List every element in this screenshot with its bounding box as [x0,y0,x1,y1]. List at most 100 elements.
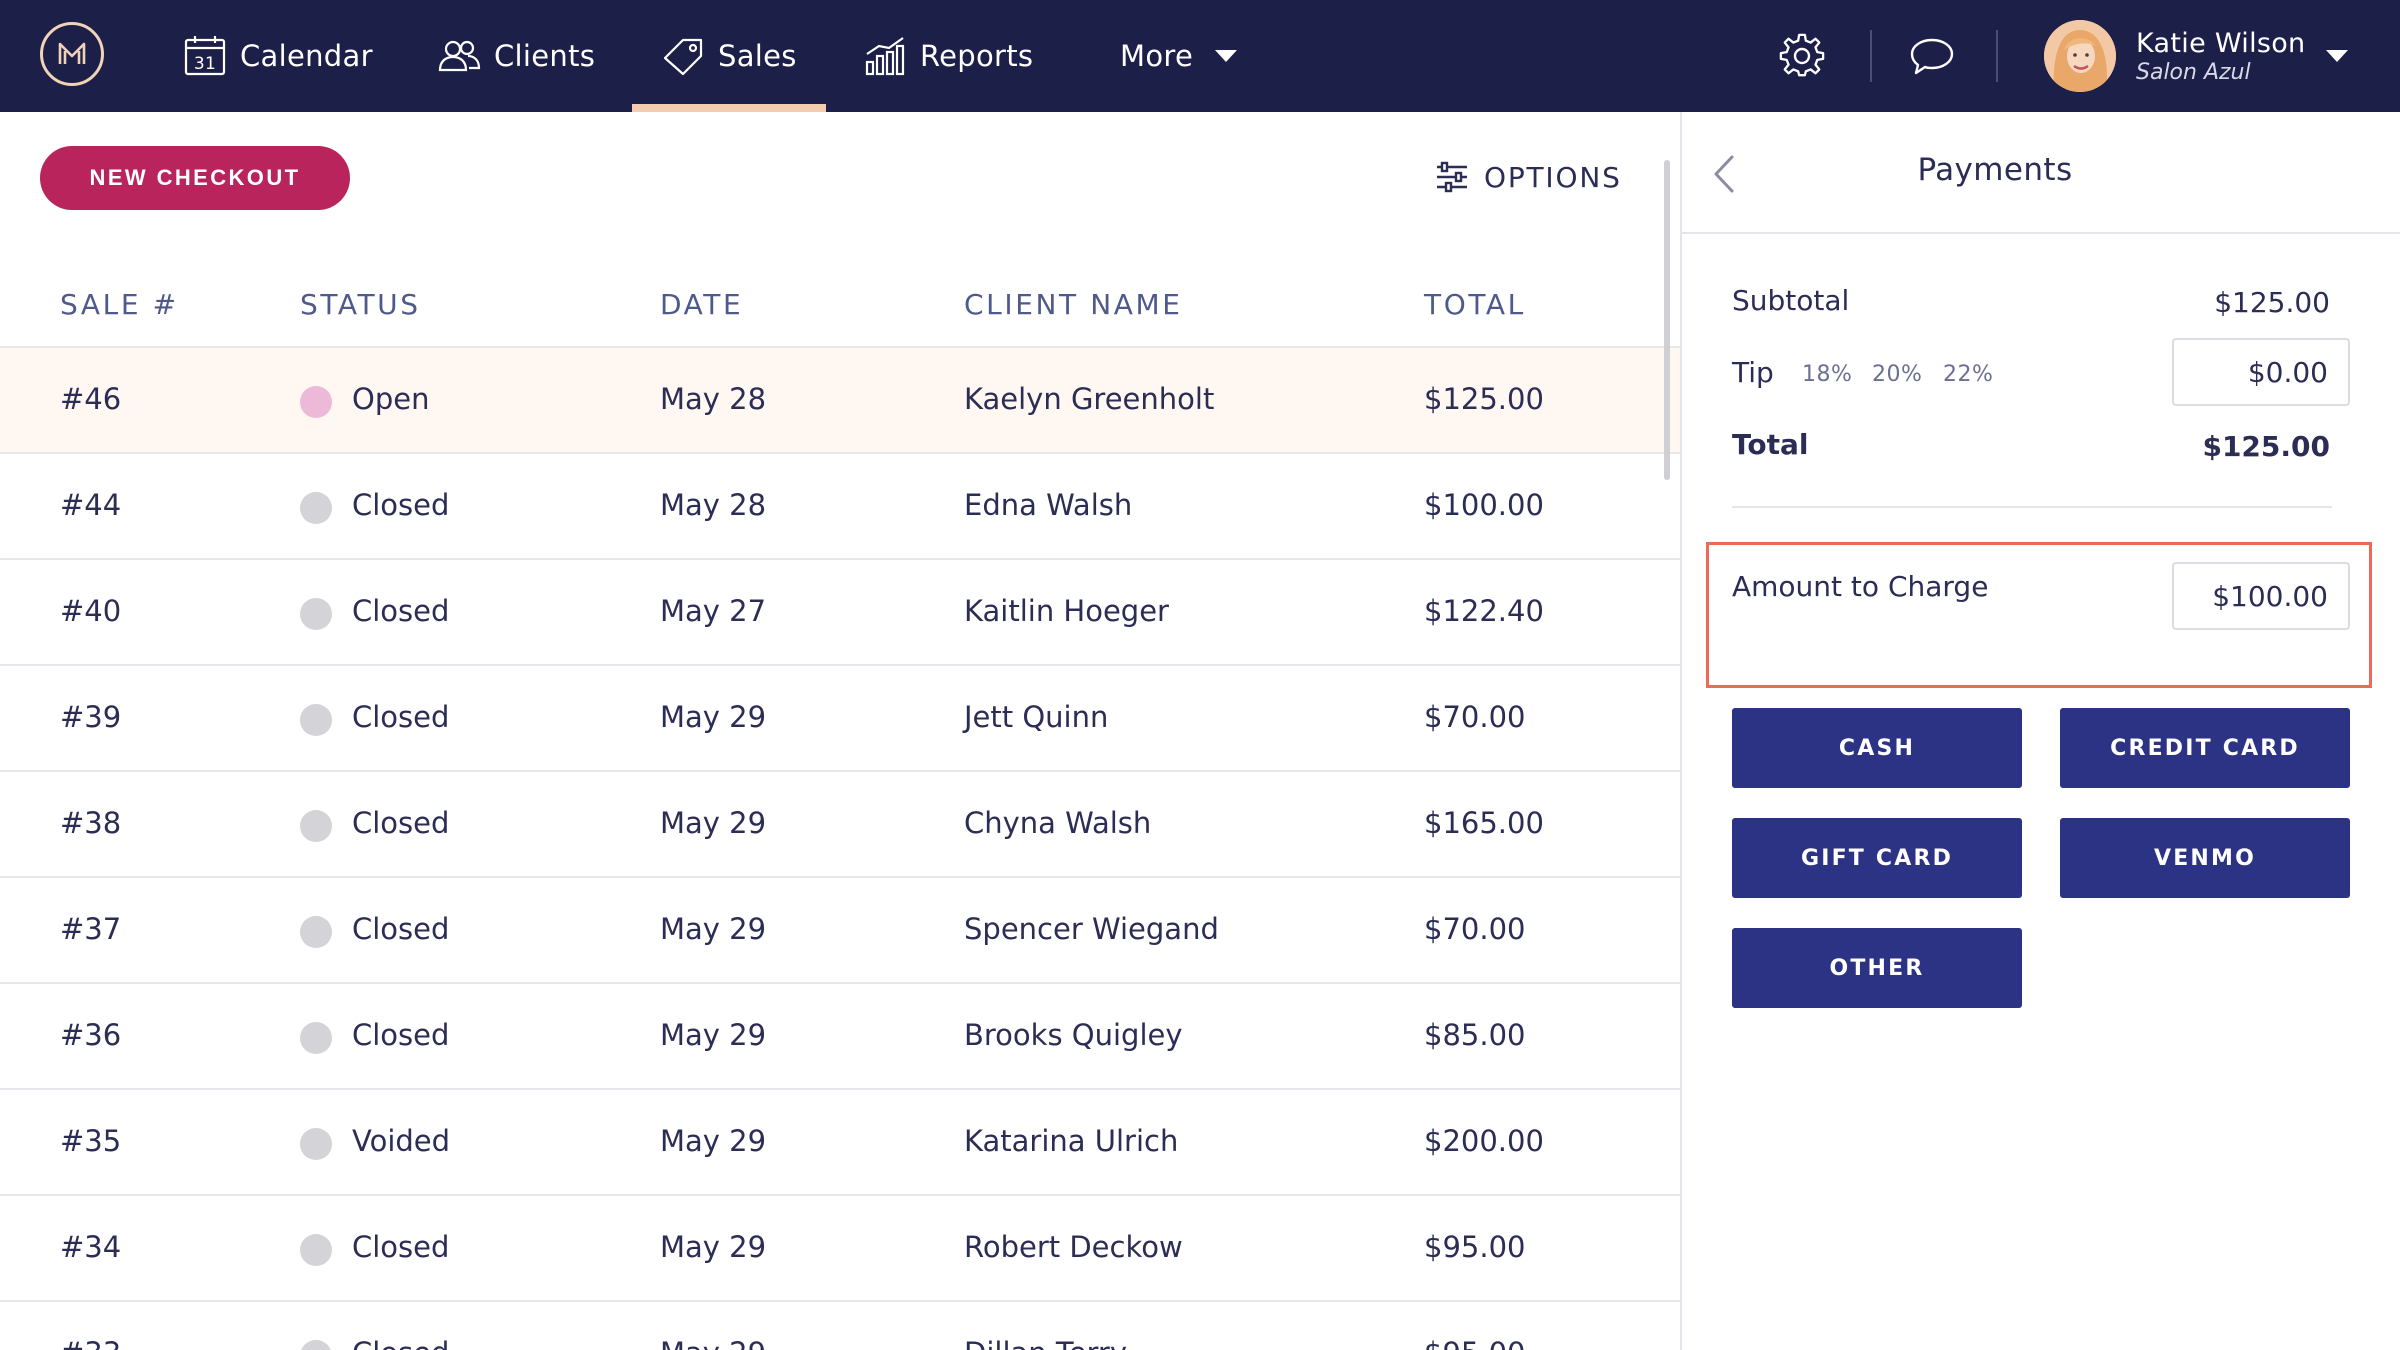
user-name[interactable]: Katie Wilson [2136,28,2305,59]
sale-status: Closed [352,806,450,840]
nav-calendar-label: Calendar [240,39,373,73]
sale-status: Closed [352,1336,449,1350]
sale-date: May 29 [660,1018,767,1052]
total-value: $125.00 [2202,430,2330,463]
payments-panel: Payments Subtotal $125.00 Tip 18% 20% 22… [1682,112,2400,1350]
sale-total: $95.00 [1424,1336,1525,1350]
sale-number: #38 [60,806,122,840]
gear-icon[interactable] [1774,28,1830,84]
table-header: SALE # STATUS DATE CLIENT NAME TOTAL [0,262,1680,348]
status-closed-dot-icon [300,810,332,842]
table-row[interactable]: #35 Voided May 29 Katarina Ulrich $200.0… [0,1090,1680,1196]
nav-reports-label: Reports [920,39,1034,73]
table-row[interactable]: #46 Open May 28 Kaelyn Greenholt $125.00 [0,348,1680,454]
avatar[interactable] [2044,20,2116,92]
sale-number: #39 [60,700,122,734]
nav-divider [1870,30,1872,82]
sale-number: #34 [60,1230,122,1264]
status-closed-dot-icon [300,598,332,630]
options-button[interactable]: OPTIONS [1434,152,1622,202]
tag-icon [660,33,706,79]
tip-label: Tip [1732,356,1774,389]
client-name: Kaelyn Greenholt [964,382,1215,416]
sale-date: May 28 [660,488,767,522]
clients-icon [436,33,482,79]
column-header-client-name[interactable]: CLIENT NAME [964,288,1183,321]
column-header-total[interactable]: TOTAL [1424,288,1526,321]
sale-date: May 29 [660,700,767,734]
sale-date: May 29 [660,1336,766,1350]
sale-total: $122.40 [1424,594,1544,628]
nav-more[interactable]: More [1120,0,1238,112]
nav-reports[interactable]: Reports [862,0,1033,112]
sale-status: Closed [352,1018,450,1052]
status-open-dot-icon [300,386,332,418]
status-closed-dot-icon [300,1234,332,1266]
client-name: Jett Quinn [964,700,1109,734]
client-name: Kaitlin Hoeger [964,594,1169,628]
sale-status: Closed [352,1230,450,1264]
nav-divider [1996,30,1998,82]
sale-total: $85.00 [1424,1018,1526,1052]
new-checkout-button[interactable]: NEW CHECKOUT [40,146,350,210]
sale-date: May 29 [660,1124,767,1158]
sale-status: Closed [352,488,450,522]
bar-chart-icon [862,33,908,79]
client-name: Chyna Walsh [964,806,1152,840]
cash-button[interactable]: CASH [1732,708,2022,788]
sale-status: Open [352,382,430,416]
client-name: Katarina Ulrich [964,1124,1179,1158]
table-row[interactable]: #37 Closed May 29 Spencer Wiegand $70.00 [0,878,1680,984]
nav-calendar[interactable]: 31 Calendar [182,0,373,112]
column-header-status[interactable]: STATUS [300,288,421,321]
sale-total: $70.00 [1424,912,1526,946]
nav-clients[interactable]: Clients [436,0,595,112]
tip-option-22[interactable]: 22% [1943,362,1993,387]
table-row[interactable]: #44 Closed May 28 Edna Walsh $100.00 [0,454,1680,560]
tip-option-20[interactable]: 20% [1872,362,1922,387]
active-tab-indicator [632,104,826,112]
client-name: Dillan Terry [964,1336,1127,1350]
status-closed-dot-icon [300,704,332,736]
table-row[interactable]: #34 Closed May 29 Robert Deckow $95.00 [0,1196,1680,1302]
calendar-icon: 31 [182,33,228,79]
gift-card-button[interactable]: GIFT CARD [1732,818,2022,898]
sliders-icon [1437,161,1467,193]
user-menu-chevron-icon[interactable] [2326,50,2348,62]
payments-header: Payments [1682,112,2400,234]
sale-date: May 29 [660,1230,767,1264]
table-row[interactable]: #39 Closed May 29 Jett Quinn $70.00 [0,666,1680,772]
credit-card-button[interactable]: CREDIT CARD [2060,708,2350,788]
sale-status: Closed [352,594,450,628]
table-row[interactable]: #38 Closed May 29 Chyna Walsh $165.00 [0,772,1680,878]
tip-amount-input[interactable] [2172,338,2350,406]
user-salon-name: Salon Azul [2136,60,2251,85]
tip-option-18[interactable]: 18% [1802,362,1852,387]
nav-clients-label: Clients [494,39,596,73]
chevron-down-icon [1215,50,1238,62]
sale-date: May 29 [660,912,767,946]
column-header-date[interactable]: DATE [660,288,743,321]
column-header-sale[interactable]: SALE # [60,288,179,321]
sale-number: #46 [60,382,122,416]
table-row[interactable]: #33 Closed May 29 Dillan Terry $95.00 [0,1302,1680,1350]
amount-to-charge-label: Amount to Charge [1732,570,1989,603]
subtotal-value: $125.00 [2214,286,2330,319]
table-row[interactable]: #36 Closed May 29 Brooks Quigley $85.00 [0,984,1680,1090]
nav-sales[interactable]: Sales [660,0,797,112]
scrollbar[interactable] [1664,160,1670,480]
chat-bubble-icon[interactable] [1904,28,1960,84]
options-label: OPTIONS [1484,160,1622,194]
table-row[interactable]: #40 Closed May 27 Kaitlin Hoeger $122.40 [0,560,1680,666]
other-payment-button[interactable]: OTHER [1732,928,2022,1008]
status-closed-dot-icon [300,1340,332,1350]
client-name: Robert Deckow [964,1230,1183,1264]
sales-list-panel: NEW CHECKOUT OPTIONS SALE # STATUS DATE … [0,112,1680,1350]
venmo-button[interactable]: VENMO [2060,818,2350,898]
svg-text:31: 31 [194,54,216,74]
subtotal-label: Subtotal [1732,284,1850,317]
amount-to-charge-input[interactable] [2172,562,2350,630]
salon-logo-icon[interactable] [40,22,104,86]
sales-table-body: #46 Open May 28 Kaelyn Greenholt $125.00… [0,348,1680,1350]
sale-number: #35 [60,1124,122,1158]
